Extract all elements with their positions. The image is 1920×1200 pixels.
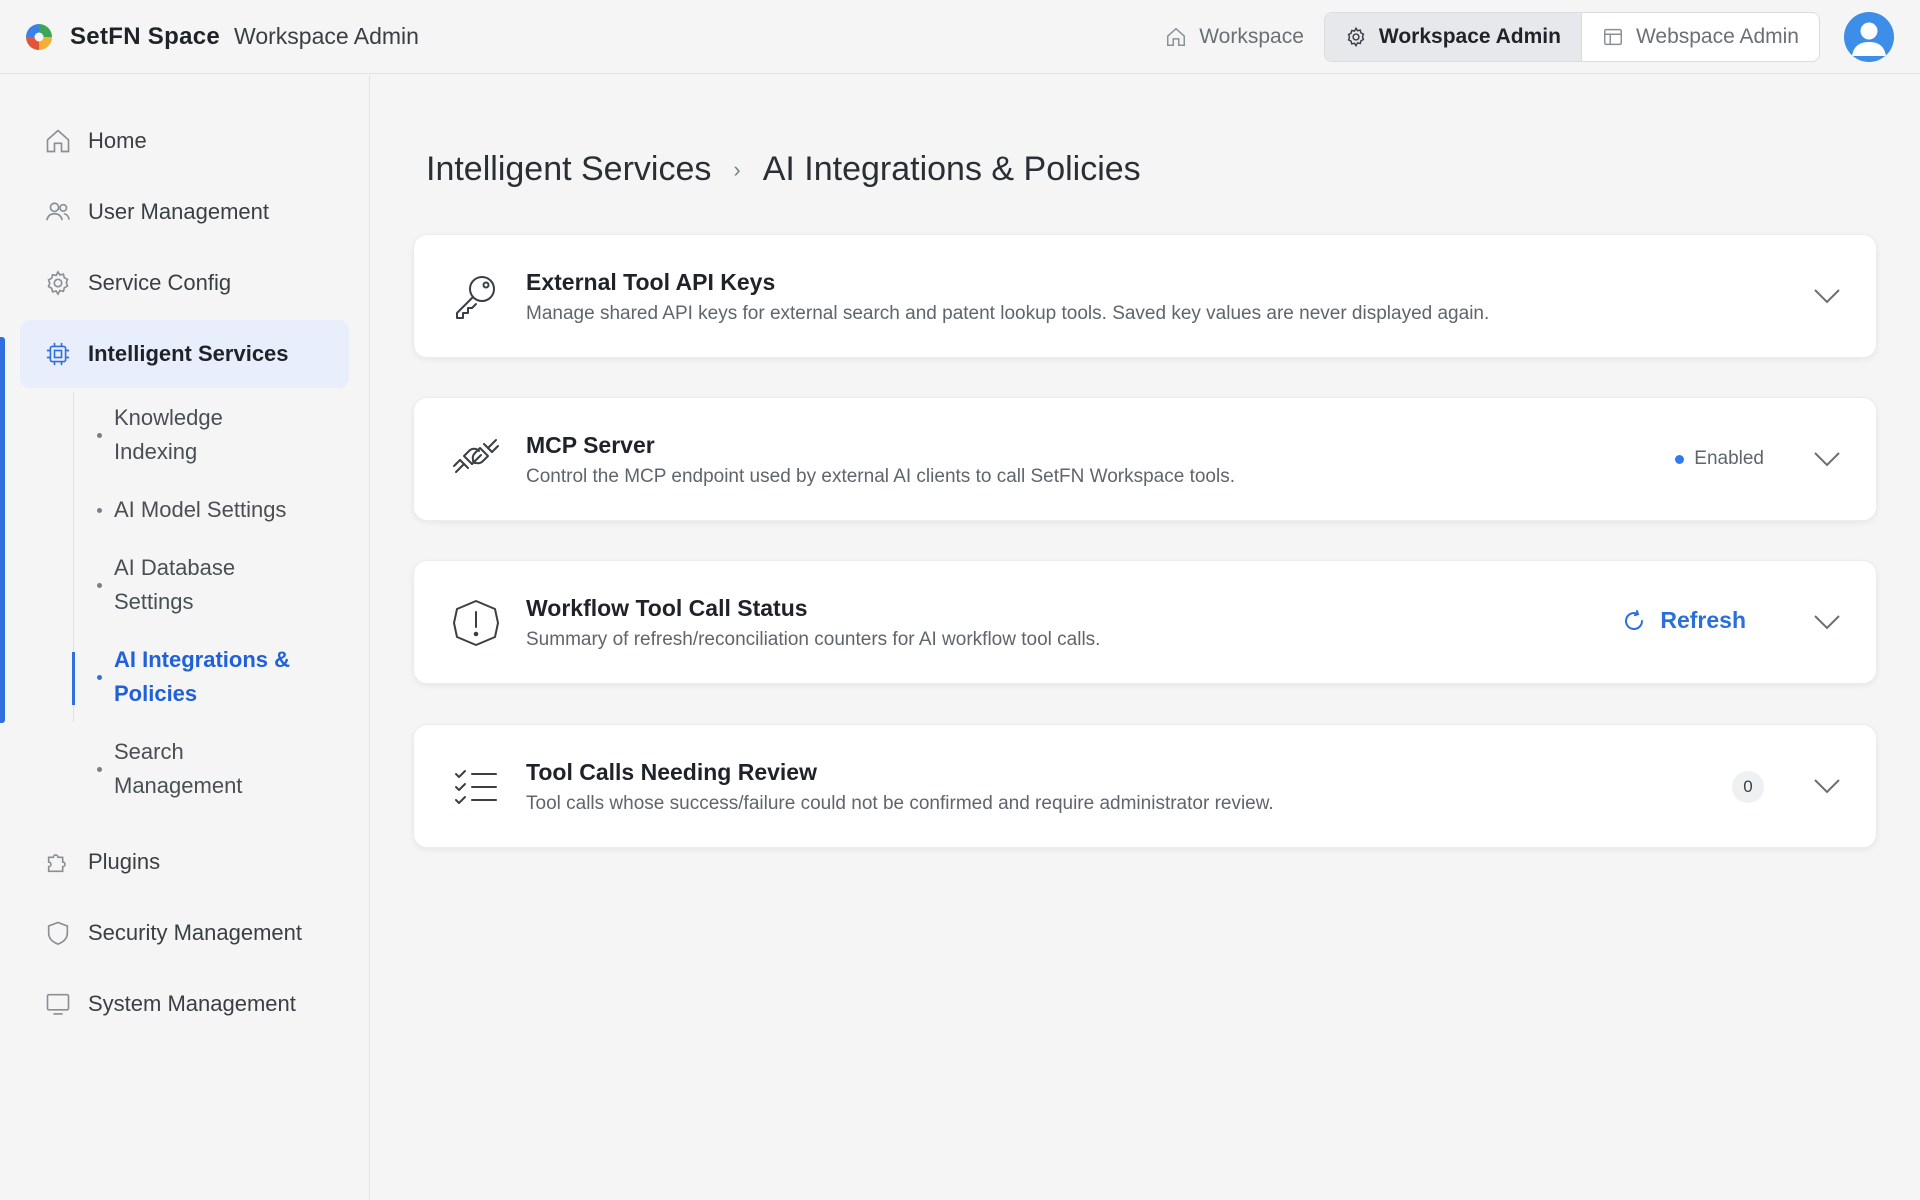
- home-icon: [1167, 27, 1186, 46]
- card-workflow-tool-call-status[interactable]: Workflow Tool Call Status Summary of ref…: [413, 560, 1877, 684]
- key-icon: [456, 276, 495, 319]
- submenu-item-knowledge-indexing[interactable]: Knowledge Indexing: [97, 401, 337, 469]
- breadcrumb: Intelligent Services › AI Integrations &…: [426, 150, 1141, 189]
- user-avatar-icon: [1852, 22, 1886, 56]
- submenu-item-search-management[interactable]: Search Management: [97, 735, 337, 803]
- card-title: External Tool API Keys: [526, 269, 776, 295]
- refresh-button[interactable]: Refresh: [1622, 607, 1746, 634]
- sidebar-item-service-config[interactable]: Service Config: [20, 249, 349, 317]
- submenu-active-indicator: [72, 652, 75, 705]
- submenu-item-ai-integrations-policies[interactable]: AI Integrations & Policies: [97, 643, 337, 711]
- avatar[interactable]: [1844, 12, 1894, 62]
- sidebar-active-indicator: [0, 337, 5, 723]
- status-badge: Enabled: [1675, 448, 1764, 470]
- bullet-dot: [97, 507, 102, 513]
- submenu-item-ai-model-settings[interactable]: AI Model Settings: [97, 493, 337, 527]
- submenu-item-label: AI Model Settings: [114, 497, 287, 522]
- bullet-dot: [97, 432, 102, 438]
- sidebar: Home User Management Service Config Inte…: [0, 75, 370, 1200]
- card-title: Tool Calls Needing Review: [526, 759, 817, 785]
- sidebar-item-plugins[interactable]: Plugins: [20, 828, 349, 896]
- plug-icon: [453, 439, 499, 473]
- gear-icon: [1347, 26, 1365, 48]
- card-title: MCP Server: [526, 432, 655, 458]
- sidebar-item-label: Service Config: [88, 270, 232, 295]
- brand-subtitle: Workspace Admin: [234, 23, 419, 49]
- nav-workspace-label: Workspace: [1199, 25, 1304, 48]
- submenu-item-label: AI Database Settings: [114, 555, 236, 614]
- submenu-item-ai-database-settings[interactable]: AI Database Settings: [97, 551, 337, 619]
- submenu-item-label: Search Management: [114, 739, 243, 798]
- card-tool-calls-needing-review[interactable]: Tool Calls Needing Review Tool calls who…: [413, 724, 1877, 848]
- card-title: Workflow Tool Call Status: [526, 595, 808, 621]
- alert-icon: [453, 600, 499, 646]
- breadcrumb-parent[interactable]: Intelligent Services: [426, 150, 711, 189]
- nav-workspace-admin-tab[interactable]: Workspace Admin: [1324, 13, 1582, 61]
- bullet-dot: [97, 766, 102, 772]
- users-icon: [46, 202, 70, 221]
- top-bar: SetFN Space Workspace Admin Workspace Wo…: [0, 0, 1920, 74]
- home-icon: [46, 129, 70, 153]
- top-nav: Workspace Workspace Admin Webspace Admin: [1145, 12, 1820, 62]
- card-description: Tool calls whose success/failure could n…: [526, 793, 1274, 814]
- card-description: Manage shared API keys for external sear…: [526, 303, 1490, 324]
- card-description: Control the MCP endpoint used by externa…: [526, 466, 1235, 487]
- brand[interactable]: SetFN Space Workspace Admin: [24, 22, 419, 52]
- bullet-dot: [97, 674, 102, 680]
- shield-icon: [47, 921, 69, 945]
- sidebar-item-system-management[interactable]: System Management: [20, 970, 349, 1038]
- nav-workspace-link[interactable]: Workspace: [1145, 13, 1324, 61]
- sidebar-item-home[interactable]: Home: [20, 107, 349, 175]
- card-mcp-server[interactable]: MCP Server Control the MCP endpoint used…: [413, 397, 1877, 521]
- nav-workspace-admin-label: Workspace Admin: [1378, 25, 1561, 48]
- card-external-tool-api-keys[interactable]: External Tool API Keys Manage shared API…: [413, 234, 1877, 358]
- card-description: Summary of refresh/reconciliation counte…: [526, 629, 1101, 650]
- nav-webspace-admin-tab[interactable]: Webspace Admin: [1582, 13, 1819, 61]
- sidebar-item-user-management[interactable]: User Management: [20, 178, 349, 246]
- sidebar-item-label: System Management: [88, 991, 296, 1016]
- chip-icon: [46, 342, 70, 366]
- submenu-item-label: AI Integrations & Policies: [114, 647, 291, 706]
- sidebar-item-label: Home: [88, 128, 147, 153]
- checklist-icon: [455, 770, 497, 804]
- chevron-down-icon[interactable]: [1812, 771, 1842, 801]
- chevron-down-icon[interactable]: [1812, 281, 1842, 311]
- status-dot-icon: [1675, 454, 1685, 464]
- sidebar-item-intelligent-services[interactable]: Intelligent Services: [20, 320, 349, 388]
- nav-webspace-admin-label: Webspace Admin: [1635, 25, 1799, 48]
- chevron-down-icon[interactable]: [1812, 607, 1842, 637]
- breadcrumb-current: AI Integrations & Policies: [762, 150, 1141, 188]
- gear-icon: [47, 270, 69, 296]
- puzzle-icon: [47, 854, 66, 873]
- status-label: Enabled: [1694, 448, 1764, 469]
- refresh-icon: [1625, 609, 1644, 630]
- layout-icon: [1603, 28, 1622, 46]
- chevron-down-icon[interactable]: [1812, 444, 1842, 474]
- refresh-label: Refresh: [1660, 607, 1746, 633]
- sidebar-item-security-management[interactable]: Security Management: [20, 899, 349, 967]
- sidebar-item-label: Intelligent Services: [88, 341, 289, 366]
- count-badge: 0: [1732, 771, 1764, 803]
- sidebar-item-label: Plugins: [88, 849, 161, 874]
- brand-logo-icon: [26, 23, 52, 50]
- monitor-icon: [46, 993, 70, 1015]
- admin-segment-control: Workspace Admin Webspace Admin: [1323, 12, 1820, 62]
- chevron-right-icon: ›: [733, 156, 741, 182]
- sidebar-item-label: Security Management: [88, 920, 302, 945]
- submenu-item-label: Knowledge Indexing: [114, 405, 223, 464]
- brand-name: SetFN Space: [70, 22, 221, 50]
- sidebar-item-label: User Management: [88, 199, 269, 224]
- bullet-dot: [97, 582, 102, 588]
